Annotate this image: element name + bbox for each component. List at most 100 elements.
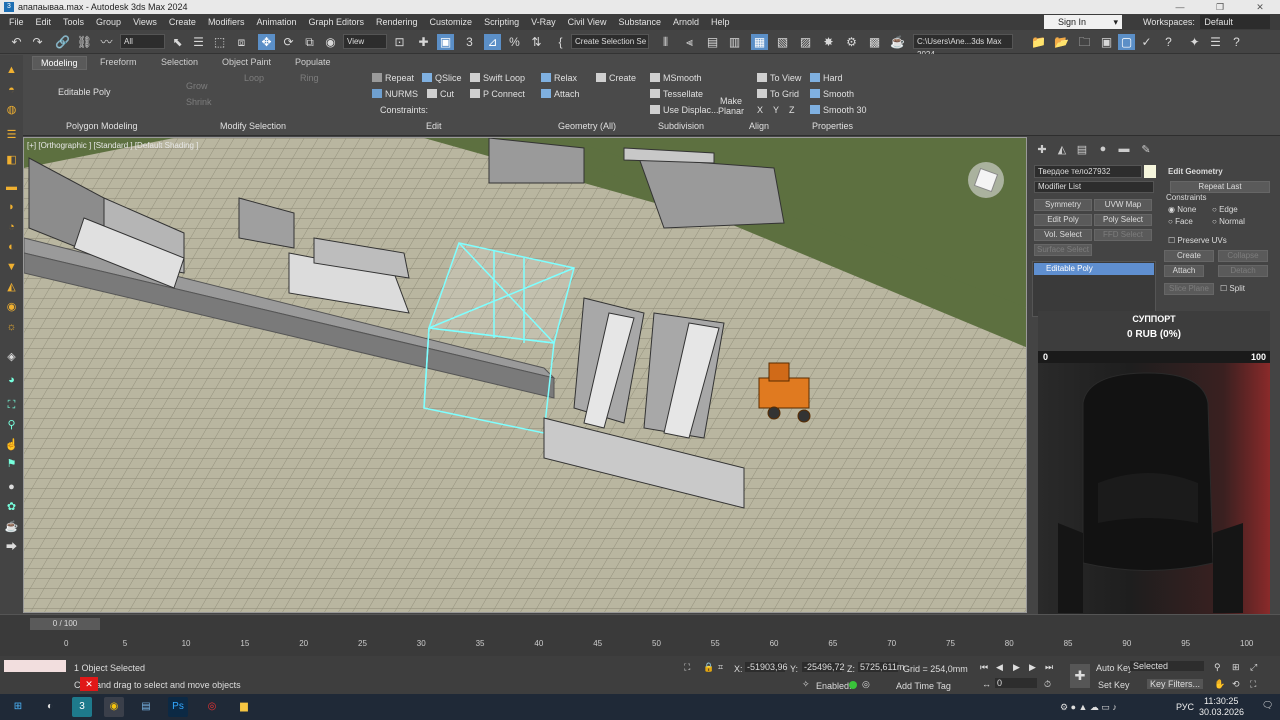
ribbon-section-subdivision[interactable]: Subdivision xyxy=(658,121,704,131)
named-selection-dropdown[interactable]: Create Selection Se xyxy=(571,34,649,49)
bones-icon[interactable]: ⛶ xyxy=(4,398,19,413)
stack-item-editable-poly[interactable]: Editable Poly xyxy=(1034,263,1154,275)
globe-icon[interactable]: ◕ xyxy=(4,373,19,388)
open-folder-icon[interactable]: 📂 xyxy=(1053,34,1070,50)
edit-named-sel-icon[interactable]: { xyxy=(552,34,569,50)
swift-loop-button[interactable]: Swift Loop xyxy=(470,73,525,83)
relax-button[interactable]: Relax xyxy=(541,73,577,83)
tool3-icon[interactable]: ◔ xyxy=(4,220,19,235)
time-tag-icon[interactable]: ◎ xyxy=(862,679,870,690)
symmetry-button[interactable]: Symmetry xyxy=(1034,199,1092,211)
undo-icon[interactable]: ↶ xyxy=(8,34,25,50)
uvw-map-button[interactable]: UVW Map xyxy=(1094,199,1152,211)
align-icon[interactable]: ⫷ xyxy=(681,34,698,50)
unlink-icon[interactable]: ⛓ xyxy=(76,34,93,50)
qslice-button[interactable]: QSlice xyxy=(422,73,462,83)
orbit-icon[interactable]: ⟲ xyxy=(1232,679,1240,690)
search-icon[interactable]: ◐ xyxy=(40,697,60,717)
rollout-title[interactable]: Edit Geometry xyxy=(1168,167,1223,176)
use-displacement-button[interactable]: Use Displac... xyxy=(650,105,719,115)
menu-create[interactable]: Create xyxy=(163,17,202,27)
editable-poly-button[interactable]: Editable Poly xyxy=(58,87,111,97)
zoom-all-icon[interactable]: ⊞ xyxy=(1232,662,1240,673)
hard-button[interactable]: Hard xyxy=(810,73,843,83)
select-scale-icon[interactable]: ⧉ xyxy=(301,34,318,50)
schematic-view-icon[interactable]: ▨ xyxy=(797,34,814,50)
z-coordinate[interactable]: 5725,611m xyxy=(858,662,904,672)
workspaces-selector[interactable]: Workspaces: Default xyxy=(1143,15,1271,29)
link-icon[interactable]: 🔗 xyxy=(54,34,71,50)
repeat-last-button[interactable]: Repeat Last xyxy=(1170,181,1270,193)
menu-arnold[interactable]: Arnold xyxy=(667,17,705,27)
ribbon-tab-object-paint[interactable]: Object Paint xyxy=(214,56,279,68)
notifications-icon[interactable]: 🗨 xyxy=(1262,700,1273,711)
help-circle-icon[interactable]: ? xyxy=(1228,34,1245,50)
render-icon[interactable]: ☕ xyxy=(4,520,19,535)
motion-tab-icon[interactable]: ● xyxy=(1095,143,1111,157)
ribbon-section-geometry-all[interactable]: Geometry (All) xyxy=(558,121,616,131)
ribbon-section-align[interactable]: Align xyxy=(749,121,769,131)
face-radio[interactable]: ○ Face xyxy=(1168,217,1193,226)
time-slider[interactable]: 0 / 100 xyxy=(30,618,100,630)
cube-icon[interactable]: ◈ xyxy=(4,350,19,365)
create-button[interactable]: Create xyxy=(1164,250,1214,262)
ribbon-tab-modeling[interactable]: Modeling xyxy=(32,56,87,70)
ribbon-section-edit[interactable]: Edit xyxy=(426,121,442,131)
vray-icon[interactable]: ✦ xyxy=(1186,34,1203,50)
redo-icon[interactable]: ↷ xyxy=(29,34,46,50)
set-key-button[interactable]: Set Key xyxy=(1098,680,1130,690)
tray-icons[interactable]: ⚙ ● ▲ ☁ ▭ ♪ xyxy=(1060,702,1117,713)
next-frame-icon[interactable]: ▶ xyxy=(1029,662,1036,673)
align-z-button[interactable]: Z xyxy=(789,105,795,115)
rect-selection-icon[interactable]: ⬚ xyxy=(211,34,228,50)
close-button[interactable]: ✕ xyxy=(1240,0,1280,14)
absolute-mode-icon[interactable]: ⌗ xyxy=(718,662,723,673)
add-time-tag[interactable]: Add Time Tag xyxy=(896,681,951,691)
x-coordinate[interactable]: -51903,96 xyxy=(745,662,788,672)
explorer-icon[interactable]: ▤ xyxy=(136,697,156,717)
to-grid-button[interactable]: To Grid xyxy=(757,89,799,99)
arrow-icon[interactable]: ⮕ xyxy=(4,540,19,555)
chrome-icon[interactable]: ◉ xyxy=(104,697,124,717)
menu-file[interactable]: File xyxy=(3,17,30,27)
maximize-toggle-icon[interactable]: ⛶ xyxy=(1250,679,1256,690)
list-icon[interactable]: ☰ xyxy=(4,128,19,143)
menu-help[interactable]: Help xyxy=(705,17,736,27)
render-setup-icon[interactable]: ⚙ xyxy=(843,34,860,50)
menu-customize[interactable]: Customize xyxy=(424,17,479,27)
minimize-button[interactable]: — xyxy=(1160,0,1200,14)
scene-explorer-icon[interactable]: ▥ xyxy=(726,34,743,50)
tool7-icon[interactable]: ◉ xyxy=(4,300,19,315)
display-tab-icon[interactable]: ▬ xyxy=(1116,143,1132,157)
maximize-button[interactable]: ❐ xyxy=(1200,0,1240,14)
close-listener-icon[interactable]: ✕ xyxy=(80,677,98,691)
cut-button[interactable]: Cut xyxy=(427,89,454,99)
home-grid-icon[interactable]: ▲ xyxy=(4,63,19,78)
maximize-viewport-icon[interactable]: ▢ xyxy=(1118,34,1135,50)
ffd-select-button[interactable]: FFD Select xyxy=(1094,229,1152,241)
key-selection-dropdown[interactable]: Selected xyxy=(1130,661,1204,671)
layer-explorer-icon[interactable]: ▤ xyxy=(704,34,721,50)
key-filters-button[interactable]: Key Filters... xyxy=(1147,679,1203,689)
edge-radio[interactable]: ○ Edge xyxy=(1212,205,1238,214)
go-to-end-icon[interactable]: ⏭ xyxy=(1045,662,1053,673)
menu-rendering[interactable]: Rendering xyxy=(370,17,424,27)
select-manipulate-icon[interactable]: ✚ xyxy=(415,34,432,50)
material-editor-icon[interactable]: ✸ xyxy=(820,34,837,50)
grow-button[interactable]: Grow xyxy=(186,81,208,91)
adaptive-degradation-icon[interactable]: ✧ xyxy=(802,679,810,690)
photoshop-icon[interactable]: Ps xyxy=(168,697,188,717)
project-folder-icon[interactable]: 📁 xyxy=(1030,34,1047,50)
key-mode-icon[interactable]: ↔ xyxy=(982,679,991,689)
zoom-icon[interactable]: ⚲ xyxy=(1214,662,1221,673)
surface-select-button[interactable]: Surface Select xyxy=(1034,244,1092,256)
vol-select-button[interactable]: Vol. Select xyxy=(1034,229,1092,241)
placement-icon[interactable]: ◉ xyxy=(322,34,339,50)
poly-select-button[interactable]: Poly Select xyxy=(1094,214,1152,226)
hand-icon[interactable]: ☝ xyxy=(4,438,19,453)
language-indicator[interactable]: РУС xyxy=(1176,702,1194,712)
pivot-center-icon[interactable]: ⊡ xyxy=(391,34,408,50)
go-to-start-icon[interactable]: ⏮ xyxy=(980,662,988,673)
object-color-swatch[interactable] xyxy=(1144,165,1156,178)
normal-radio[interactable]: ○ Normal xyxy=(1212,217,1245,226)
